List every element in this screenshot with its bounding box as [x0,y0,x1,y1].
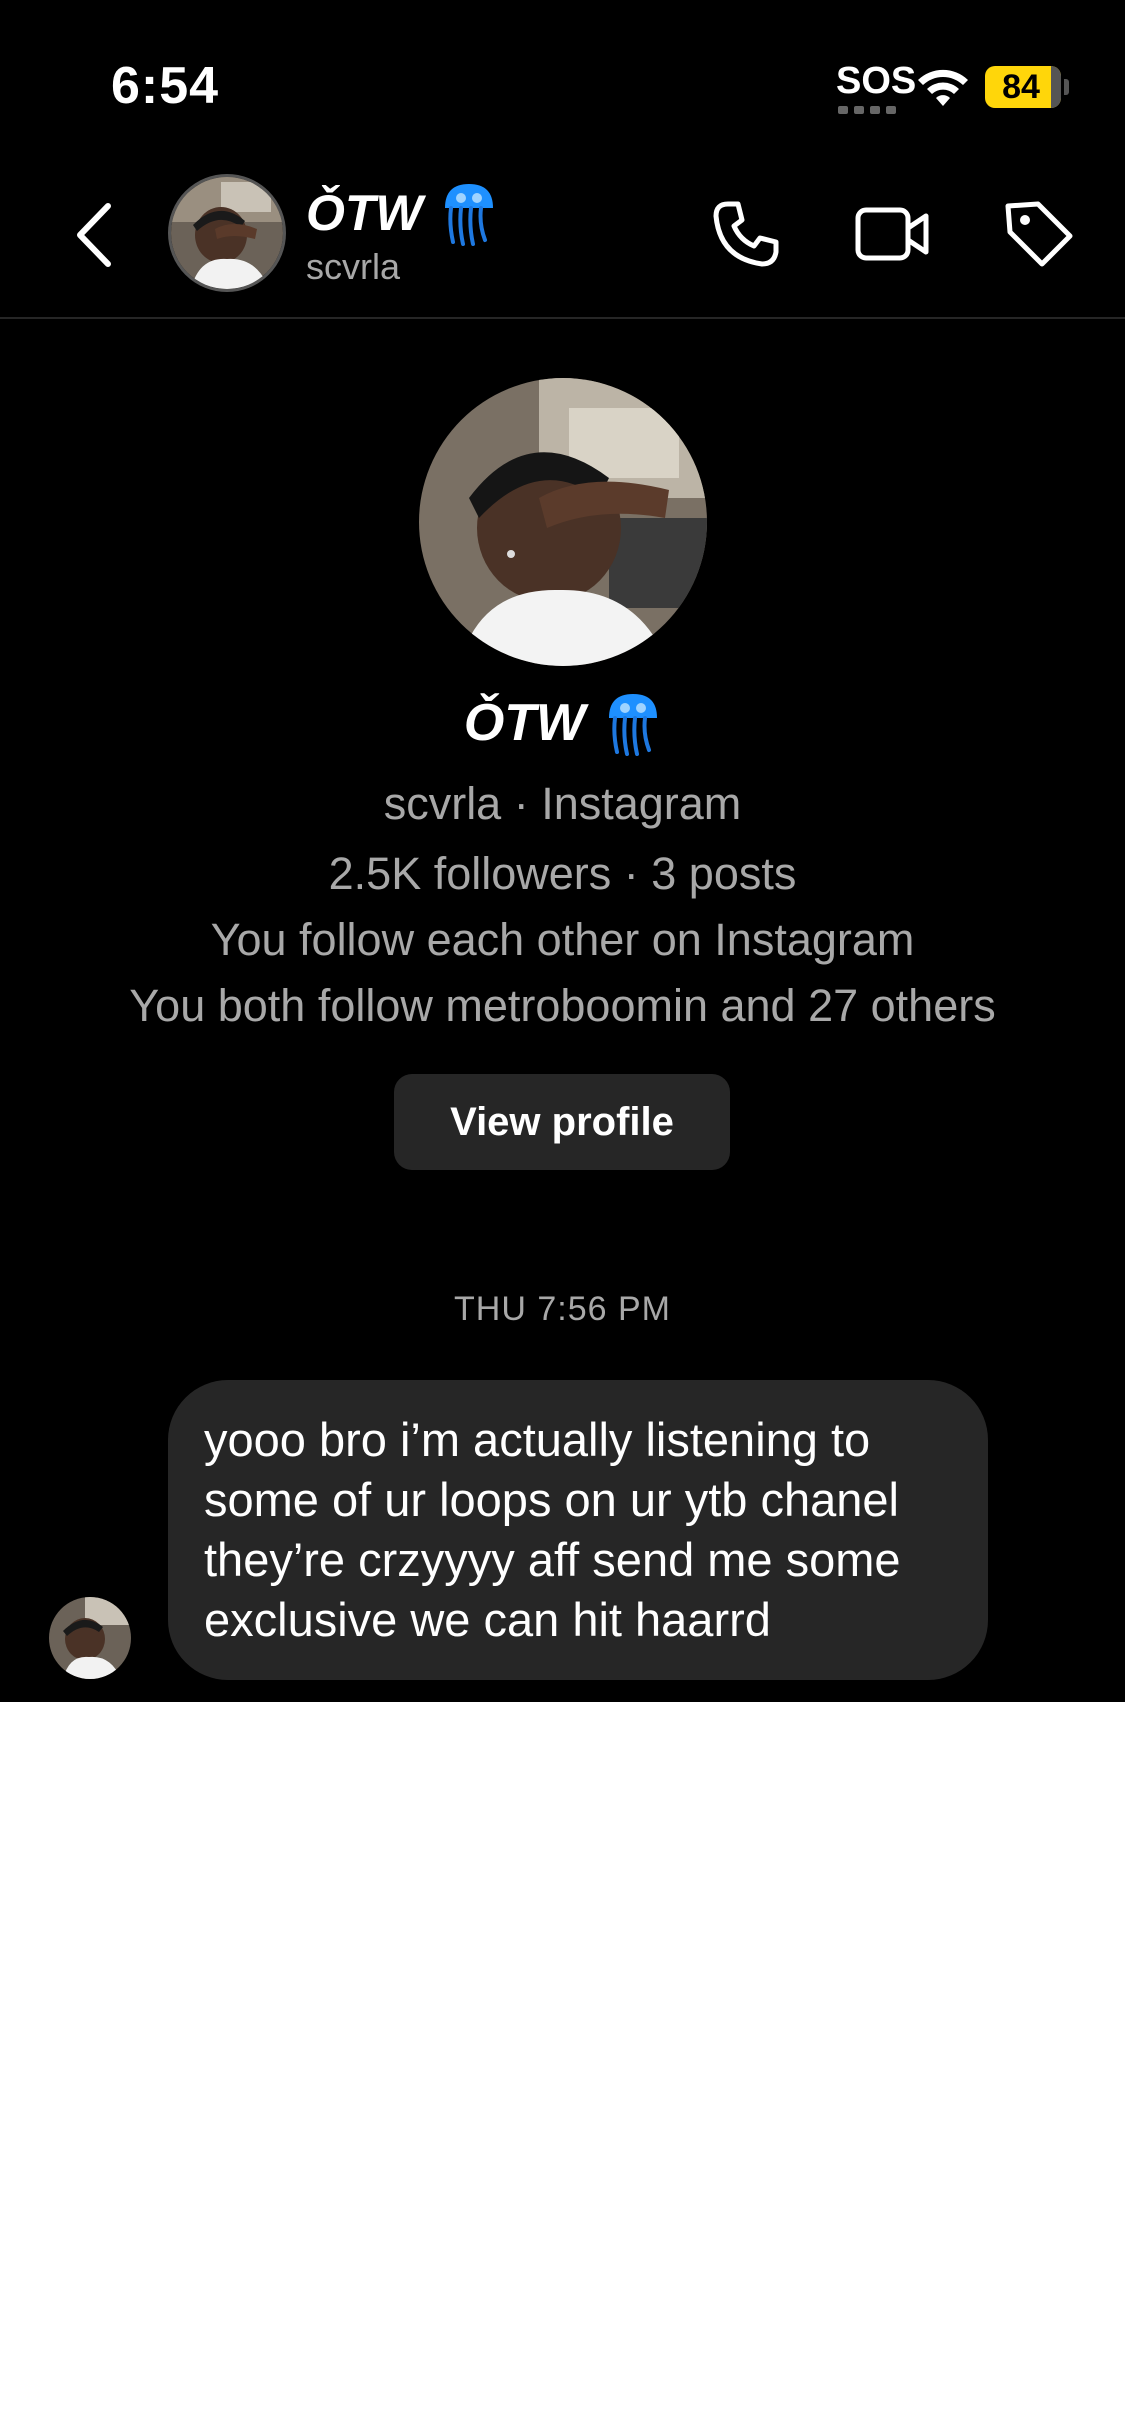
header-avatar[interactable] [168,174,286,292]
jellyfish-icon [609,694,658,756]
header-name-text: ǑTW [306,185,423,241]
header-name[interactable]: ǑTW [306,180,497,246]
profile-name-text: ǑTW [463,694,586,752]
message-timestamp: THU 7:56 PM [454,1290,671,1328]
signal-dots-icon [838,106,902,114]
back-icon[interactable] [70,200,120,270]
phone-icon[interactable] [706,194,786,274]
sender-avatar[interactable] [49,1597,131,1679]
sos-indicator: SOS [836,60,917,102]
profile-stats-line: 2.5K followers · 3 posts [328,848,797,899]
view-profile-button[interactable]: View profile [394,1074,730,1170]
status-time: 6:54 [111,57,220,115]
profile-mutual-line: You both follow metroboomin and 27 other… [129,980,996,1031]
header-divider [0,317,1125,319]
battery-percent: 84 [1002,68,1040,106]
profile-handle-line: scvrla · Instagram [383,778,742,829]
battery-icon: 84 [985,66,1069,108]
profile-name: ǑTW [0,690,1125,756]
tag-icon[interactable] [998,194,1078,274]
jellyfish-icon [444,184,493,246]
video-camera-icon[interactable] [852,194,932,274]
profile-follow-line: You follow each other on Instagram [210,914,915,965]
wifi-icon [918,69,968,106]
message-bubble[interactable]: yooo bro i’m actually listening to some … [168,1380,988,1680]
profile-avatar[interactable] [419,378,707,666]
header-username: scvrla [306,246,401,287]
